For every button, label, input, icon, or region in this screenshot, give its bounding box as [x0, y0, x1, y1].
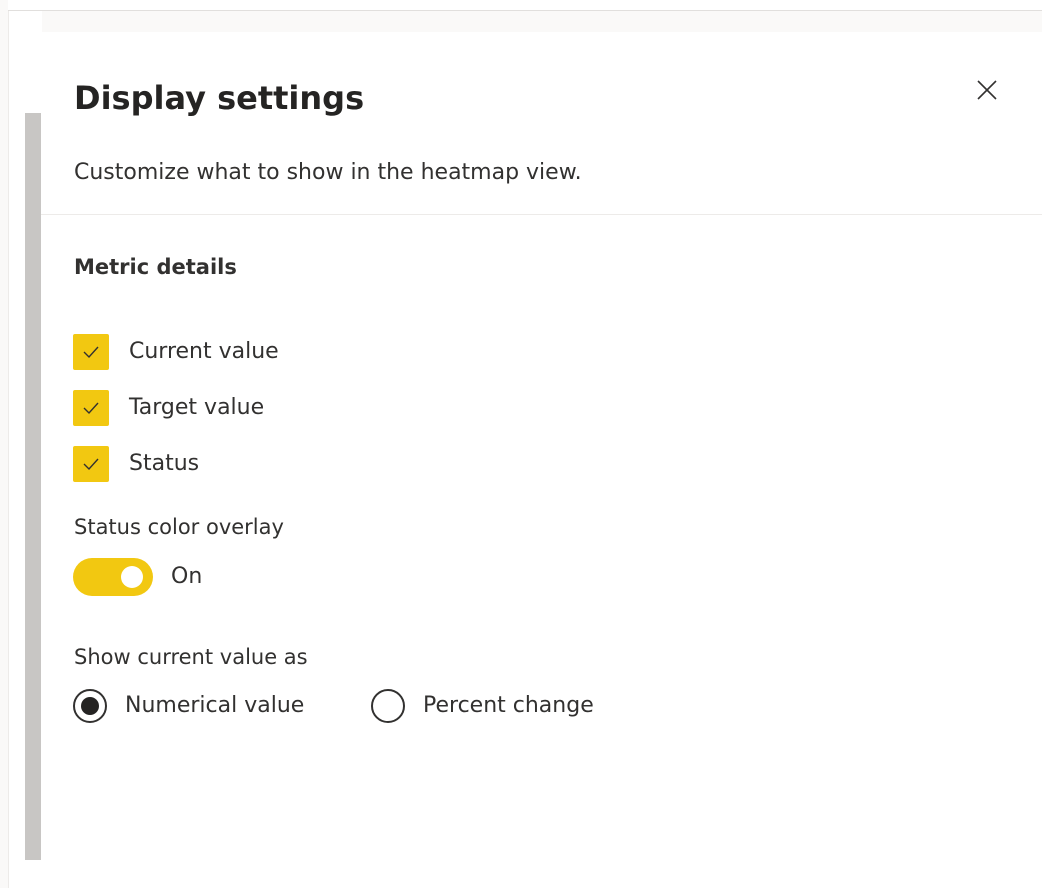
checkbox-box[interactable]	[73, 390, 109, 426]
status-color-overlay-label: Status color overlay	[74, 515, 284, 539]
checkbox-label: Status	[129, 451, 200, 476]
checkbox-label: Target value	[129, 395, 265, 420]
radio-button[interactable]	[371, 689, 405, 723]
checkmark-icon	[83, 458, 99, 471]
checkbox-status[interactable]: Status	[73, 446, 199, 482]
status-color-overlay-toggle[interactable]	[73, 558, 153, 596]
panel-title: Display settings	[74, 79, 365, 117]
radio-numerical-value[interactable]: Numerical value	[73, 688, 304, 724]
radio-label: Numerical value	[125, 693, 305, 718]
checkbox-box[interactable]	[73, 334, 109, 370]
checkmark-icon	[83, 346, 99, 359]
metric-details-heading: Metric details	[74, 255, 237, 279]
top-strip	[8, 0, 1042, 11]
radio-button[interactable]	[73, 689, 107, 723]
toggle-knob	[121, 566, 143, 588]
radio-percent-change[interactable]: Percent change	[371, 688, 594, 724]
checkmark-icon	[83, 402, 99, 415]
radio-label: Percent change	[423, 693, 594, 718]
display-settings-panel: Display settings Customize what to show …	[41, 32, 1042, 888]
divider	[41, 214, 1042, 215]
close-button[interactable]	[971, 74, 1003, 106]
checkbox-target-value[interactable]: Target value	[73, 390, 264, 426]
panel-description: Customize what to show in the heatmap vi…	[74, 160, 582, 185]
radio-selected-dot	[81, 697, 99, 715]
toggle-state-label: On	[171, 564, 203, 589]
checkbox-label: Current value	[129, 339, 279, 364]
checkbox-box[interactable]	[73, 446, 109, 482]
show-current-value-as-label: Show current value as	[74, 645, 308, 669]
close-icon	[977, 80, 997, 100]
status-color-overlay-toggle-row: On	[73, 558, 202, 596]
scrollbar[interactable]	[25, 113, 41, 860]
checkbox-current-value[interactable]: Current value	[73, 334, 279, 370]
